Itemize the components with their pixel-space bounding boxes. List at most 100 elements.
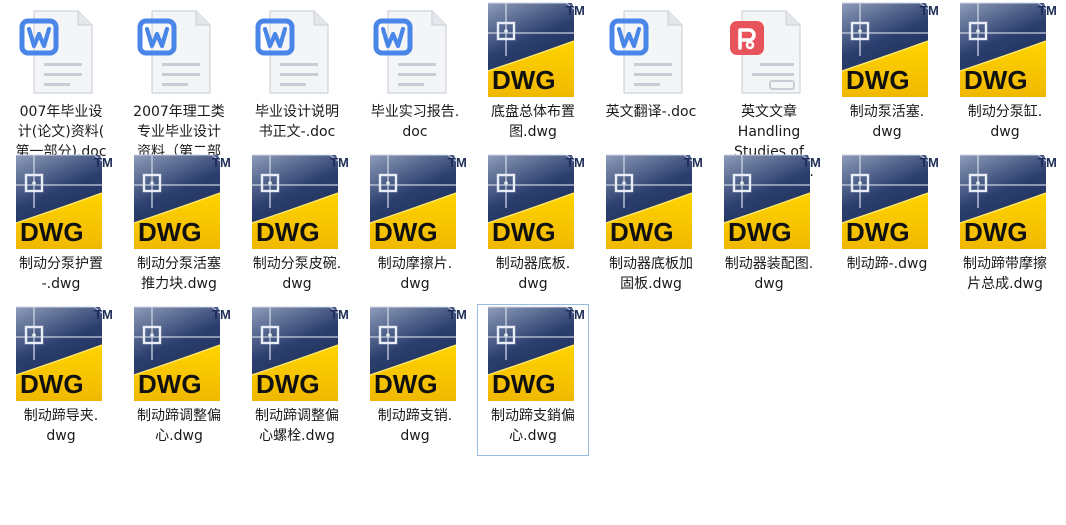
file-item[interactable]: 007年毕业设 计(论文)资料( 第一部分).doc	[5, 0, 117, 160]
dwg-file-icon: DWG TM	[366, 153, 466, 251]
file-item[interactable]: DWG TM 制动泵活塞. dwg	[831, 0, 943, 152]
file-item[interactable]: DWG TM 制动蹄带摩擦 片总成.dwg	[949, 152, 1061, 304]
file-item[interactable]: DWG TM 制动摩擦片. dwg	[359, 152, 471, 304]
file-name-label: 毕业设计说明 书正文-.doc	[255, 104, 339, 140]
pdf-document-icon	[720, 1, 820, 99]
svg-text:TM: TM	[1038, 155, 1056, 170]
svg-text:DWG: DWG	[492, 369, 556, 399]
svg-text:TM: TM	[448, 307, 466, 322]
file-item[interactable]: DWG TM 底盘总体布置 图.dwg	[477, 0, 589, 152]
file-name-label: 制动分泵皮碗. dwg	[252, 256, 342, 292]
file-item[interactable]: 毕业实习报告. doc	[359, 0, 471, 152]
file-name-label: 毕业实习报告. doc	[370, 104, 460, 140]
file-name-label: 制动分泵护置 -.dwg	[19, 256, 103, 292]
file-item[interactable]: DWG TM 制动分泵活塞 推力块.dwg	[123, 152, 235, 304]
svg-text:DWG: DWG	[374, 217, 438, 247]
file-item[interactable]: DWG TM 制动蹄调整偏 心.dwg	[123, 304, 235, 456]
dwg-file-icon: DWG TM	[720, 153, 820, 251]
svg-text:DWG: DWG	[610, 217, 674, 247]
svg-text:DWG: DWG	[256, 217, 320, 247]
file-item[interactable]: 英文文章 Handling Studies of Driver-Vehi...	[713, 0, 825, 180]
svg-text:TM: TM	[920, 3, 938, 18]
dwg-file-icon: DWG TM	[838, 1, 938, 99]
file-name-label: 制动摩擦片. dwg	[377, 256, 453, 292]
svg-text:DWG: DWG	[846, 217, 910, 247]
file-name-label: 底盘总体布置 图.dwg	[491, 104, 575, 140]
file-item[interactable]: DWG TM 制动器底板加 固板.dwg	[595, 152, 707, 304]
dwg-file-icon: DWG TM	[956, 1, 1056, 99]
svg-text:TM: TM	[684, 155, 702, 170]
svg-text:TM: TM	[566, 155, 584, 170]
svg-text:DWG: DWG	[20, 217, 84, 247]
svg-text:TM: TM	[920, 155, 938, 170]
dwg-file-icon: DWG TM	[484, 305, 584, 403]
svg-text:DWG: DWG	[138, 369, 202, 399]
word-document-icon	[248, 1, 348, 99]
svg-text:DWG: DWG	[492, 65, 556, 95]
file-name-label: 制动器底板加 固板.dwg	[609, 256, 693, 292]
file-item[interactable]: DWG TM 制动分泵皮碗. dwg	[241, 152, 353, 304]
file-item[interactable]: DWG TM 制动蹄-.dwg	[831, 152, 943, 304]
file-item[interactable]: DWG TM 制动蹄支销. dwg	[359, 304, 471, 456]
svg-text:TM: TM	[330, 155, 348, 170]
dwg-file-icon: DWG TM	[366, 305, 466, 403]
file-name-label: 制动泵活塞. dwg	[849, 104, 925, 140]
svg-text:TM: TM	[802, 155, 820, 170]
word-document-icon	[366, 1, 466, 99]
file-name-label: 英文翻译-.doc	[605, 104, 697, 120]
file-item[interactable]: DWG TM 制动蹄导夹. dwg	[5, 304, 117, 456]
dwg-file-icon: DWG TM	[956, 153, 1056, 251]
svg-text:DWG: DWG	[138, 217, 202, 247]
dwg-file-icon: DWG TM	[248, 153, 348, 251]
file-item[interactable]: DWG TM 制动分泵护置 -.dwg	[5, 152, 117, 304]
svg-text:DWG: DWG	[374, 369, 438, 399]
file-name-label: 制动蹄带摩擦 片总成.dwg	[963, 256, 1047, 292]
svg-text:DWG: DWG	[964, 65, 1028, 95]
svg-text:DWG: DWG	[20, 369, 84, 399]
file-item[interactable]: DWG TM 制动器底板. dwg	[477, 152, 589, 304]
file-name-label: 制动器底板. dwg	[495, 256, 571, 292]
svg-text:TM: TM	[94, 155, 112, 170]
file-item[interactable]: DWG TM 制动蹄调整偏 心螺栓.dwg	[241, 304, 353, 456]
dwg-file-icon: DWG TM	[12, 153, 112, 251]
file-name-label: 制动蹄-.dwg	[846, 256, 928, 272]
file-name-label: 制动器装配图. dwg	[724, 256, 814, 292]
svg-text:DWG: DWG	[728, 217, 792, 247]
word-document-icon	[602, 1, 702, 99]
svg-text:TM: TM	[1038, 3, 1056, 18]
svg-text:DWG: DWG	[964, 217, 1028, 247]
dwg-file-icon: DWG TM	[130, 305, 230, 403]
dwg-file-icon: DWG TM	[602, 153, 702, 251]
file-name-label: 制动蹄支銷偏 心.dwg	[491, 408, 575, 444]
file-name-label: 制动蹄调整偏 心.dwg	[137, 408, 221, 444]
svg-text:TM: TM	[212, 155, 230, 170]
dwg-file-icon: DWG TM	[838, 153, 938, 251]
file-item[interactable]: DWG TM 制动分泵缸. dwg	[949, 0, 1061, 152]
file-item[interactable]: 毕业设计说明 书正文-.doc	[241, 0, 353, 152]
file-item[interactable]: DWG TM 制动器装配图. dwg	[713, 152, 825, 304]
dwg-file-icon: DWG TM	[484, 153, 584, 251]
svg-text:TM: TM	[566, 3, 584, 18]
svg-text:DWG: DWG	[492, 217, 556, 247]
word-document-icon	[130, 1, 230, 99]
svg-text:DWG: DWG	[846, 65, 910, 95]
file-name-label: 制动蹄调整偏 心螺栓.dwg	[255, 408, 339, 444]
word-document-icon	[12, 1, 112, 99]
file-item[interactable]: 英文翻译-.doc	[595, 0, 707, 152]
svg-text:TM: TM	[566, 307, 584, 322]
file-name-label: 制动分泵活塞 推力块.dwg	[137, 256, 221, 292]
svg-text:TM: TM	[94, 307, 112, 322]
svg-text:TM: TM	[330, 307, 348, 322]
file-item[interactable]: 2007年理工类 专业毕业设计 资料（第二部 分）.doc	[123, 0, 235, 180]
dwg-file-icon: DWG TM	[248, 305, 348, 403]
svg-text:DWG: DWG	[256, 369, 320, 399]
file-name-label: 制动蹄导夹. dwg	[23, 408, 99, 444]
file-name-label: 制动分泵缸. dwg	[967, 104, 1043, 140]
file-item[interactable]: DWG TM 制动蹄支銷偏 心.dwg	[477, 304, 589, 456]
dwg-file-icon: DWG TM	[484, 1, 584, 99]
dwg-file-icon: DWG TM	[130, 153, 230, 251]
dwg-file-icon: DWG TM	[12, 305, 112, 403]
svg-text:TM: TM	[212, 307, 230, 322]
file-grid: 007年毕业设 计(论文)资料( 第一部分).doc 2007年理工类 专业毕业…	[0, 0, 1066, 525]
file-name-label: 制动蹄支销. dwg	[377, 408, 453, 444]
